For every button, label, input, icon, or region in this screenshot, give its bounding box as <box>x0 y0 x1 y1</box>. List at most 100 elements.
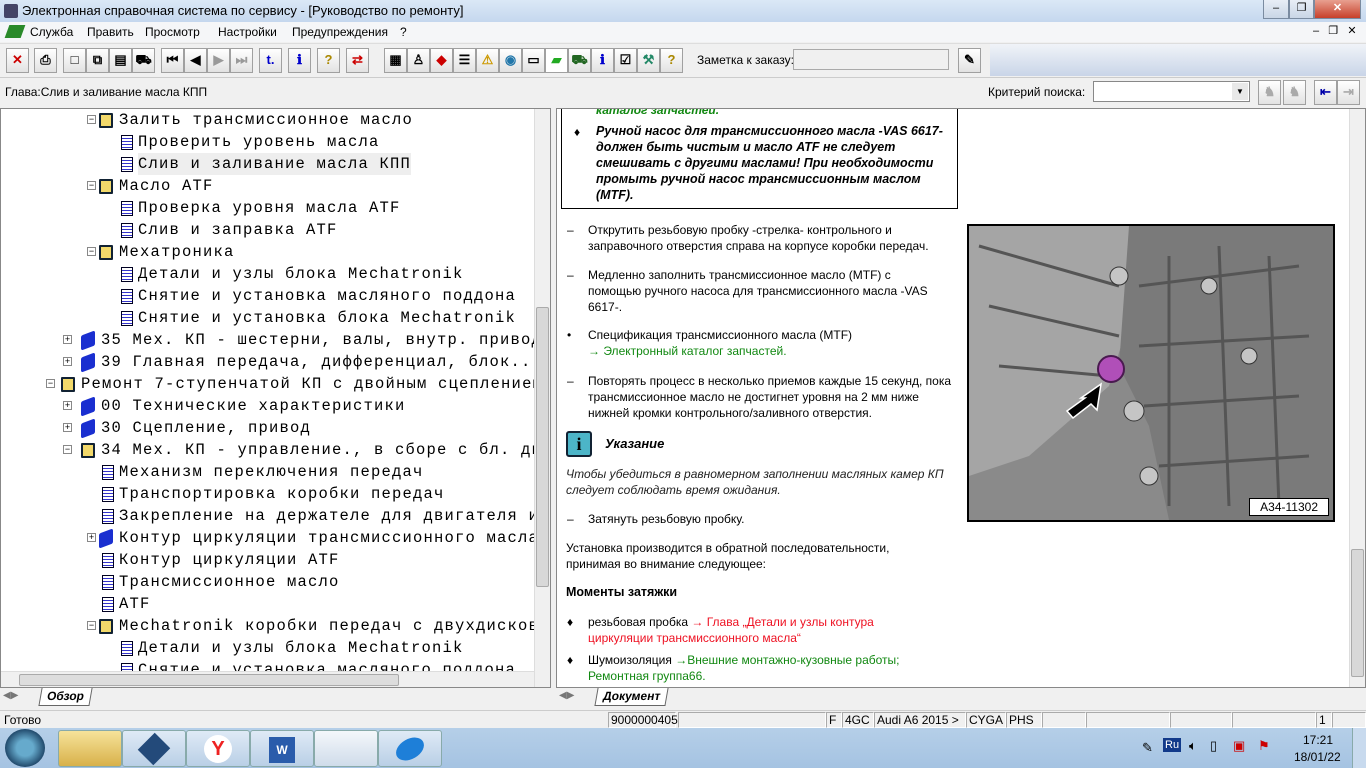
tree-item[interactable]: − Mechatronik коробки передач с двухдиско… <box>1 615 550 637</box>
up-icon[interactable]: t. <box>259 48 282 73</box>
person-icon[interactable]: ♙ <box>407 48 430 73</box>
collapse-icon[interactable]: − <box>63 445 72 454</box>
scrollbar-thumb[interactable] <box>536 307 549 587</box>
collapse-icon[interactable]: − <box>87 115 96 124</box>
doc-help-icon[interactable]: ? <box>660 48 683 73</box>
tree-item[interactable]: Закрепление на держателе для двигателя и… <box>1 505 550 527</box>
expand-icon[interactable]: + <box>63 335 72 344</box>
warning-icon[interactable]: ⚠ <box>476 48 499 73</box>
action-center-icon[interactable]: ⚑ <box>1258 738 1270 754</box>
tree-item[interactable]: − Масло ATF <box>1 175 534 197</box>
note-edit-icon[interactable]: ✎ <box>958 48 981 73</box>
h-scrollbar-thumb[interactable] <box>19 674 399 686</box>
tree-item[interactable]: − Залить трансмиссионное масло <box>1 109 534 131</box>
expand-right-icon[interactable]: ⇥ <box>1337 80 1360 105</box>
manual-icon[interactable]: ▰ <box>545 48 568 73</box>
menu-service[interactable]: Служба <box>30 25 73 39</box>
checklist-icon[interactable]: ☑ <box>614 48 637 73</box>
tree-item[interactable]: − Мехатроника <box>1 241 534 263</box>
chevron-down-icon[interactable]: ▼ <box>1232 83 1248 100</box>
expand-icon[interactable]: + <box>63 401 72 410</box>
clock-time[interactable]: 17:21 <box>1303 733 1333 747</box>
tab-overview[interactable]: Обзор <box>38 688 93 706</box>
list-icon[interactable]: ☰ <box>453 48 476 73</box>
tree-item[interactable]: +00 Технические характеристики <box>1 395 534 417</box>
globe-icon[interactable]: ◉ <box>499 48 522 73</box>
tree-item[interactable]: Детали и узлы блока Mechatronik <box>1 263 534 285</box>
tray-pen-icon[interactable]: ✎ <box>1142 740 1153 756</box>
tree-item[interactable]: Проверить уровень масла <box>1 131 534 153</box>
expand-icon[interactable]: + <box>63 357 72 366</box>
tree-item[interactable]: ATF <box>1 593 534 615</box>
minimize-button[interactable]: – <box>1263 0 1289 19</box>
menu-warnings[interactable]: Предупреждения <box>292 25 388 39</box>
close-button[interactable]: ✕ <box>1314 0 1361 19</box>
tree-item[interactable]: Детали и узлы блока Mechatronik <box>1 637 534 659</box>
taskbar-word-icon[interactable]: W <box>250 730 314 767</box>
language-indicator[interactable]: Ru <box>1163 738 1182 752</box>
start-button[interactable] <box>5 729 45 767</box>
tree-item[interactable]: +35 Мех. КП - шестерни, валы, внутр. при… <box>1 329 550 351</box>
tree-vertical-scrollbar[interactable] <box>534 109 550 687</box>
volume-icon[interactable]: 🔈︎ <box>1189 738 1197 754</box>
print-icon[interactable]: ⎙ <box>34 48 57 73</box>
swap-icon[interactable]: ⇄ <box>346 48 369 73</box>
taskbar-service-app-icon[interactable] <box>314 730 378 767</box>
clipboard-icon[interactable]: ▤ <box>109 48 132 73</box>
tree-item[interactable]: + Контур циркуляции трансмиссионного масл… <box>1 527 538 549</box>
spec-link[interactable]: → Электронный каталог запчастей. <box>588 343 787 359</box>
menu-view[interactable]: Просмотр <box>145 25 200 39</box>
tree-item[interactable]: − Ремонт 7-ступенчатой КП с двойным сцепл… <box>1 373 542 395</box>
collapse-left-icon[interactable]: ⇤ <box>1314 80 1337 105</box>
prev-icon[interactable]: ◀ <box>184 48 207 73</box>
warning-link[interactable]: каталог запчастей. <box>596 109 719 118</box>
taskbar-virtualbox-icon[interactable] <box>122 730 186 767</box>
tab-document[interactable]: Документ <box>594 688 669 706</box>
exit-icon[interactable]: ✕ <box>6 48 29 73</box>
search-criteria-select[interactable]: ▼ <box>1093 81 1250 102</box>
maximize-button[interactable]: ❐ <box>1289 0 1314 19</box>
clock-date[interactable]: 18/01/22 <box>1294 750 1341 764</box>
app-menu-icon[interactable] <box>4 25 26 38</box>
expand-icon[interactable]: + <box>63 423 72 432</box>
tree-item[interactable]: Трансмиссионное масло <box>1 571 534 593</box>
tree-item[interactable]: Механизм переключения передач <box>1 461 534 483</box>
tree-item[interactable]: +30 Сцепление, привод <box>1 417 534 439</box>
car-info-icon[interactable]: ℹ <box>591 48 614 73</box>
tree-horizontal-scrollbar[interactable] <box>1 671 534 687</box>
tree-item[interactable]: − 34 Мех. КП - управление., в сборе с бл.… <box>1 439 550 461</box>
first-icon[interactable]: ⏮ <box>161 48 184 73</box>
tree-item[interactable]: +39 Главная передача, дифференциал, блок… <box>1 351 550 373</box>
collapse-icon[interactable]: − <box>87 247 96 256</box>
network-icon[interactable]: ▣ <box>1233 738 1245 754</box>
expand-icon[interactable]: + <box>87 533 96 542</box>
tree-item[interactable]: Снятие и установка блока Mechatronik <box>1 307 534 329</box>
taskbar-yandex-icon[interactable]: Y <box>186 730 250 767</box>
collapse-icon[interactable]: − <box>87 181 96 190</box>
tools-icon[interactable]: ⚒ <box>637 48 660 73</box>
tree-item[interactable]: Транспортировка коробки передач <box>1 483 534 505</box>
document-vertical-scrollbar[interactable] <box>1349 109 1365 687</box>
collapse-icon[interactable]: − <box>87 621 96 630</box>
device-icon[interactable]: ▯ <box>1210 738 1217 754</box>
tree-item[interactable]: Проверка уровня масла ATF <box>1 197 534 219</box>
info-icon[interactable]: ℹ <box>288 48 311 73</box>
taskbar-explorer-icon[interactable] <box>58 730 122 767</box>
new-doc-icon[interactable]: □ <box>63 48 86 73</box>
menu-settings[interactable]: Настройки <box>218 25 277 39</box>
car-icon[interactable]: ⛟ <box>132 48 155 73</box>
tree-item[interactable]: Снятие и установка масляного поддона <box>1 285 534 307</box>
window-icon[interactable]: ▭ <box>522 48 545 73</box>
collapse-icon[interactable]: − <box>46 379 55 388</box>
book-icon[interactable]: ◆ <box>430 48 453 73</box>
find-next-icon[interactable]: ♞ <box>1283 80 1306 105</box>
help-icon[interactable]: ? <box>317 48 340 73</box>
tree-item[interactable]: Слив и заправка ATF <box>1 219 534 241</box>
copy-icon[interactable]: ⧉ <box>86 48 109 73</box>
next-icon[interactable]: ▶ <box>207 48 230 73</box>
find-icon[interactable]: ♞ <box>1258 80 1281 105</box>
menu-edit[interactable]: Править <box>87 25 134 39</box>
module-icon[interactable]: ▦ <box>384 48 407 73</box>
order-note-input[interactable] <box>793 49 949 70</box>
car-green-icon[interactable]: ⛟ <box>568 48 591 73</box>
